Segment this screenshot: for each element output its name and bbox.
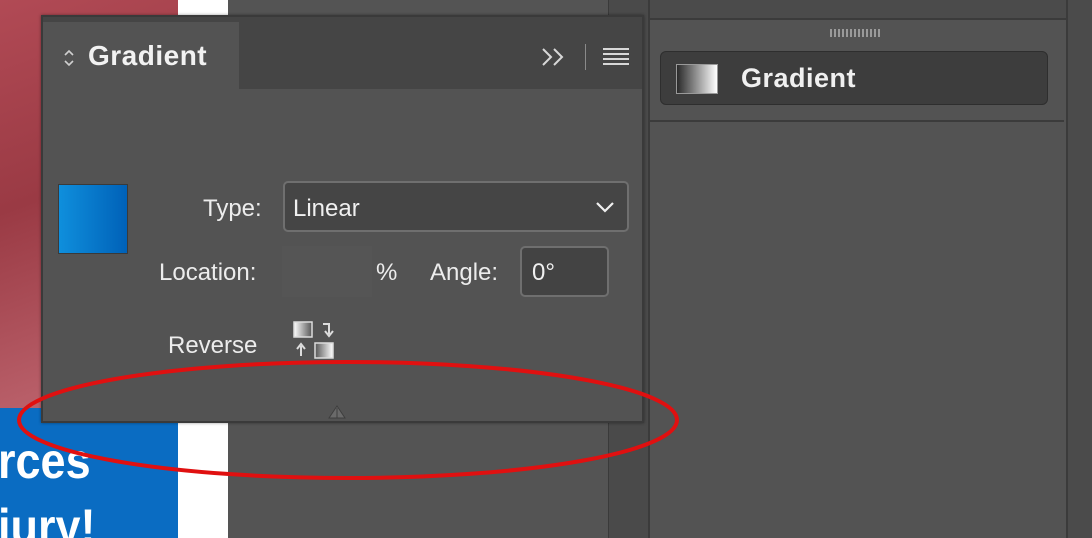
gradient-icon [676,64,718,94]
panel-title: Gradient [88,40,208,71]
location-unit: % [376,259,398,286]
location-input[interactable] [282,246,372,297]
dock-grip-icon[interactable] [830,29,880,37]
headline-line-2: jury! [0,499,96,538]
hamburger-menu-icon[interactable] [603,47,629,67]
type-label: Type: [203,195,262,222]
location-label: Location: [159,259,257,286]
header-divider [585,44,586,70]
panel-resize-grip-icon[interactable] [325,404,349,420]
reverse-label: Reverse [168,332,258,359]
double-chevron-right-icon[interactable] [540,44,568,70]
chevron-down-icon[interactable] [594,196,616,218]
reverse-gradient-icon[interactable] [293,320,337,360]
updown-chevron-icon[interactable] [62,47,76,69]
angle-input-value: 0° [532,259,555,286]
dock-top-bar [650,0,1066,20]
dock-side-strip [1066,0,1092,538]
document-headline-banner: rces jury! [0,408,178,538]
type-dropdown-value: Linear [293,195,360,222]
dock-divider [650,120,1064,122]
gradient-preview-swatch[interactable] [58,184,128,254]
headline-line-1: rces [0,433,91,489]
dock-gradient-label: Gradient [741,63,857,93]
angle-label: Angle: [430,259,499,286]
